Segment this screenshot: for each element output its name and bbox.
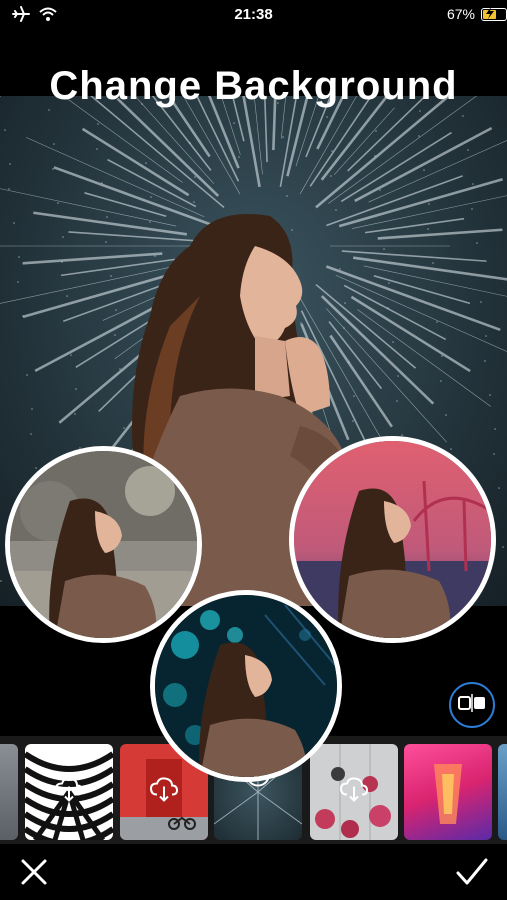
cloud-download-icon bbox=[149, 777, 179, 808]
thumbnail-item[interactable] bbox=[0, 744, 18, 840]
preview-bridge[interactable] bbox=[289, 436, 496, 643]
thumbnail-item[interactable] bbox=[25, 744, 113, 840]
compare-button[interactable] bbox=[449, 682, 495, 728]
checkmark-icon bbox=[455, 858, 489, 892]
battery-percent: 67% bbox=[446, 6, 475, 22]
cancel-button[interactable] bbox=[18, 856, 50, 888]
preview-bokeh[interactable] bbox=[150, 590, 342, 782]
status-bar: 21:38 67% bbox=[0, 0, 507, 30]
confirm-button[interactable] bbox=[455, 856, 489, 888]
bottom-action-bar bbox=[0, 844, 507, 900]
close-icon bbox=[18, 859, 50, 892]
page-title: Change Background bbox=[49, 64, 458, 108]
compare-icon bbox=[457, 693, 487, 717]
charging-icon bbox=[485, 6, 495, 22]
cloud-download-icon bbox=[54, 777, 84, 808]
clock: 21:38 bbox=[234, 6, 273, 23]
thumbnail-item[interactable] bbox=[404, 744, 492, 840]
preview-concrete[interactable] bbox=[5, 446, 202, 643]
thumbnail-item[interactable] bbox=[498, 744, 507, 840]
cloud-download-icon bbox=[339, 777, 369, 808]
thumbnail-item[interactable] bbox=[310, 744, 398, 840]
